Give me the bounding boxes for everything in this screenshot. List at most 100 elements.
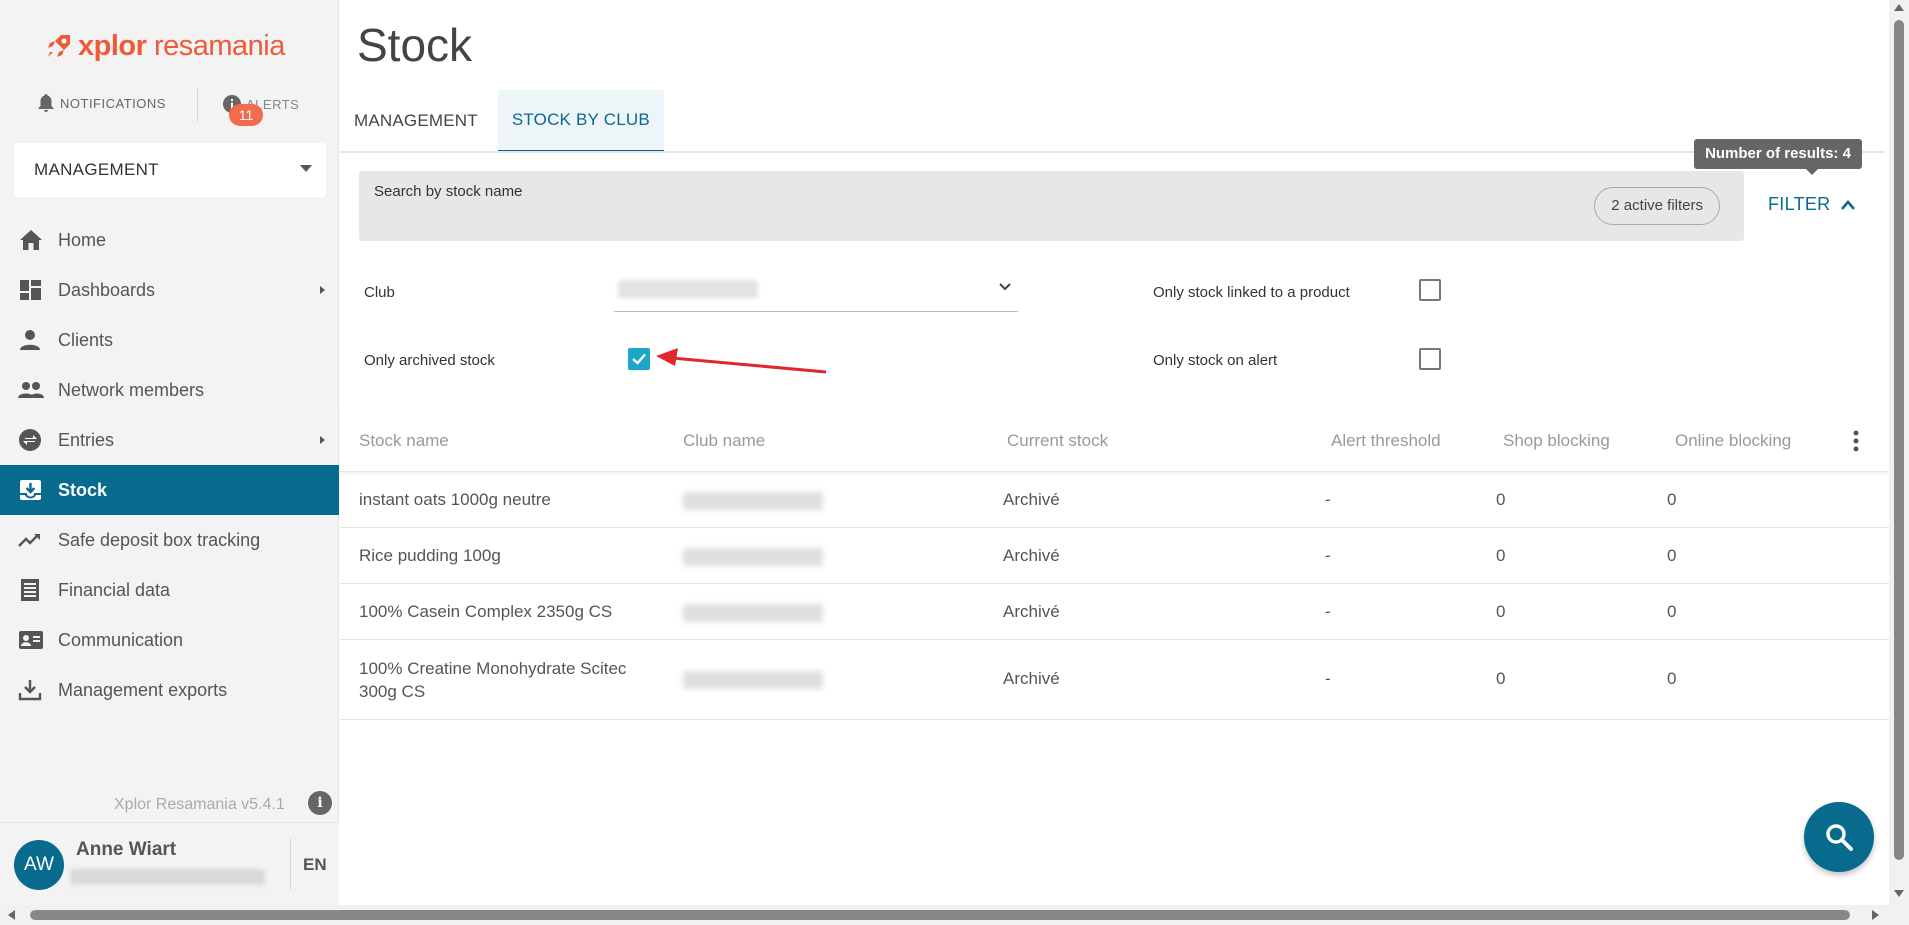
table-row[interactable]: 100% Creatine Monohydrate Scitec 300g CS… <box>340 640 1889 720</box>
filter-button-label: FILTER <box>1768 194 1831 214</box>
sidebar-item-label: Stock <box>58 479 108 500</box>
cell-club-name-redacted <box>683 604 823 622</box>
divider <box>290 838 291 890</box>
sidebar-item-label: Financial data <box>58 579 171 600</box>
sidebar-top-buttons: NOTIFICATIONS ALERTS <box>0 88 339 122</box>
only-alert-label: Only stock on alert <box>1153 352 1278 369</box>
cell-current-stock: Archivé <box>1003 602 1060 621</box>
more-vertical-icon[interactable] <box>1853 430 1859 452</box>
cell-alert-threshold: - <box>1325 490 1331 509</box>
receipt-icon <box>21 579 39 601</box>
column-header-online-blocking[interactable]: Online blocking <box>1675 431 1791 451</box>
sidebar-item-entries[interactable]: Entries <box>0 415 339 465</box>
column-header-alert-threshold[interactable]: Alert threshold <box>1331 431 1441 451</box>
chevron-right-icon <box>320 436 325 444</box>
cell-alert-threshold: - <box>1325 669 1331 688</box>
table-row[interactable]: Rice pudding 100g Archivé - 0 0 <box>340 528 1889 584</box>
chevron-right-icon <box>320 286 325 294</box>
only-linked-checkbox[interactable] <box>1419 279 1441 301</box>
sidebar-item-label: Network members <box>58 379 205 400</box>
column-header-shop-blocking[interactable]: Shop blocking <box>1503 431 1610 451</box>
tab-bar: MANAGEMENT STOCK BY CLUB <box>340 90 670 152</box>
sidebar-item-home[interactable]: Home <box>0 215 339 265</box>
sidebar-item-label: Management exports <box>58 679 228 700</box>
person-icon <box>20 330 40 350</box>
only-alert-checkbox[interactable] <box>1419 348 1441 370</box>
cell-current-stock: Archivé <box>1003 546 1060 565</box>
cell-stock-name: 100% Casein Complex 2350g CS <box>359 602 613 621</box>
only-linked-label: Only stock linked to a product <box>1153 284 1350 301</box>
swap-icon <box>19 429 41 451</box>
sidebar-item-label: Clients <box>58 329 114 350</box>
sidebar-item-label: Home <box>58 229 107 250</box>
contact-card-icon <box>19 631 43 649</box>
red-annotation-arrow-icon <box>656 348 827 374</box>
section-selector[interactable]: MANAGEMENT <box>14 143 326 197</box>
cell-current-stock: Archivé <box>1003 490 1060 509</box>
tab-stock-by-club[interactable]: STOCK BY CLUB <box>497 90 664 152</box>
club-select-value-redacted <box>618 280 758 298</box>
user-email-redacted <box>70 869 265 885</box>
notifications-button[interactable]: NOTIFICATIONS <box>38 94 166 112</box>
results-count-tooltip: Number of results: 4 <box>1694 139 1862 175</box>
app-version: Xplor Resamania v5.4.1 <box>114 796 285 813</box>
sidebar-menu: Home Dashboards Clients Network members … <box>0 215 339 715</box>
tab-management[interactable]: MANAGEMENT <box>340 90 492 152</box>
logo-brand-xplor: xplor <box>78 29 147 62</box>
horizontal-scroll-thumb[interactable] <box>30 910 1850 920</box>
cell-shop-blocking: 0 <box>1496 490 1506 509</box>
scroll-up-arrow-icon[interactable] <box>1894 4 1904 11</box>
vertical-scrollbar[interactable] <box>1889 0 1909 905</box>
scroll-down-arrow-icon[interactable] <box>1894 890 1904 897</box>
sidebar-item-label: Dashboards <box>58 279 156 300</box>
column-header-current-stock[interactable]: Current stock <box>1007 431 1108 451</box>
trending-icon <box>18 534 40 547</box>
only-archived-label: Only archived stock <box>364 352 495 369</box>
sidebar-item-stock[interactable]: Stock <box>0 465 339 515</box>
people-icon <box>18 382 44 398</box>
only-archived-checkbox[interactable] <box>628 348 650 370</box>
language-switch[interactable]: EN <box>303 855 327 875</box>
vertical-scroll-thumb[interactable] <box>1894 20 1904 860</box>
chevron-up-icon <box>1841 199 1856 210</box>
search-fab-button[interactable] <box>1804 802 1874 872</box>
stock-table: Stock name Club name Current stock Alert… <box>340 412 1889 720</box>
search-icon <box>1826 824 1853 851</box>
sidebar-item-label: Safe deposit box tracking <box>58 529 261 550</box>
sidebar-item-financial-data[interactable]: Financial data <box>0 565 339 615</box>
column-header-stock-name[interactable]: Stock name <box>359 431 449 451</box>
cell-shop-blocking: 0 <box>1496 602 1506 621</box>
app-window: xplor resamania NOTIFICATIONS ALERTS 11 … <box>0 0 1909 925</box>
table-row[interactable]: 100% Casein Complex 2350g CS Archivé - 0… <box>340 584 1889 640</box>
sidebar-item-clients[interactable]: Clients <box>0 315 339 365</box>
sidebar-item-management-exports[interactable]: Management exports <box>0 665 339 715</box>
search-input[interactable]: Search by stock name 2 active filters <box>359 171 1744 241</box>
club-select[interactable] <box>614 272 1018 312</box>
user-name[interactable]: Anne Wiart <box>76 839 176 861</box>
sidebar-item-communication[interactable]: Communication <box>0 615 339 665</box>
cell-stock-name: 100% Creatine Monohydrate Scitec 300g CS <box>359 659 627 701</box>
filter-toggle-button[interactable]: FILTER <box>1768 194 1856 215</box>
sidebar-item-dashboards[interactable]: Dashboards <box>0 265 339 315</box>
sidebar: xplor resamania NOTIFICATIONS ALERTS 11 … <box>0 0 339 905</box>
avatar[interactable]: AW <box>14 840 64 890</box>
logo-text: xplor resamania <box>78 30 285 63</box>
sidebar-item-label: Entries <box>58 429 115 450</box>
sidebar-item-network-members[interactable]: Network members <box>0 365 339 415</box>
column-header-club-name[interactable]: Club name <box>683 431 765 451</box>
info-icon[interactable]: i <box>308 791 332 815</box>
scroll-left-arrow-icon[interactable] <box>8 910 15 920</box>
app-logo[interactable]: xplor resamania <box>44 26 285 66</box>
scroll-right-arrow-icon[interactable] <box>1872 910 1879 920</box>
home-icon <box>20 230 42 250</box>
sidebar-item-safe-deposit-box-tracking[interactable]: Safe deposit box tracking <box>0 515 339 565</box>
user-bar: AW Anne Wiart EN <box>0 822 339 905</box>
section-selector-value: MANAGEMENT <box>34 160 159 179</box>
cell-stock-name: instant oats 1000g neutre <box>359 490 551 509</box>
cell-stock-name: Rice pudding 100g <box>359 546 501 565</box>
cell-shop-blocking: 0 <box>1496 669 1506 688</box>
horizontal-scrollbar[interactable] <box>0 905 1909 925</box>
active-filters-chip[interactable]: 2 active filters <box>1594 187 1720 225</box>
inbox-icon <box>20 480 41 500</box>
table-row[interactable]: instant oats 1000g neutre Archivé - 0 0 <box>340 472 1889 528</box>
